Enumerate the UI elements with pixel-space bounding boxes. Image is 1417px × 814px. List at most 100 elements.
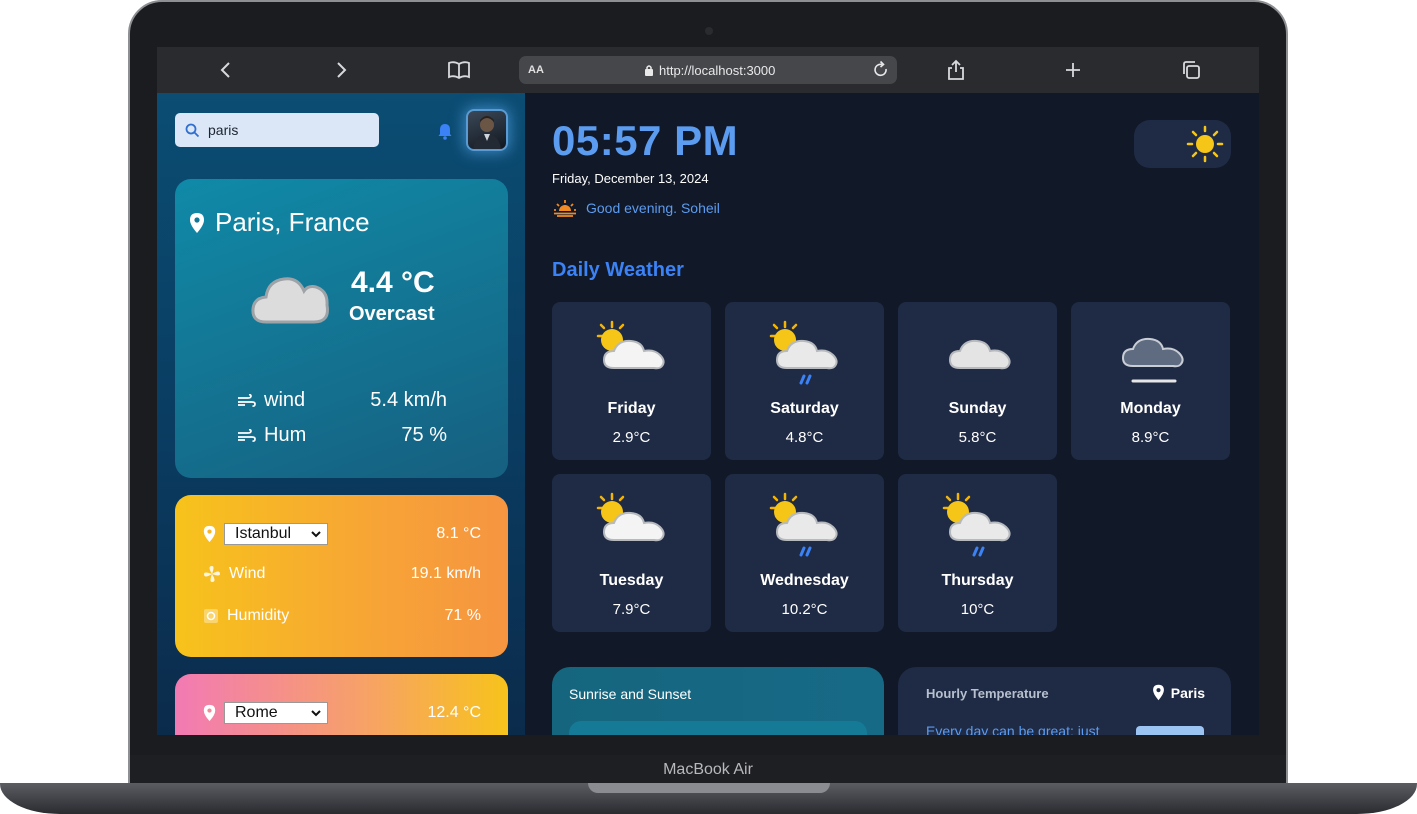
chevron-down-icon (311, 709, 321, 716)
city-humidity-row: Humidity 71 % (203, 607, 481, 625)
bezel-bottom: MacBook Air (130, 755, 1286, 785)
current-location: Paris, France (189, 207, 370, 238)
current-weather-card: Paris, France 4.4 °C Overcast wind 5.4 k… (175, 179, 508, 478)
fan-icon (204, 566, 220, 582)
day-name: Saturday (770, 400, 839, 417)
day-temp: 5.8°C (958, 429, 997, 446)
day-name: Monday (1120, 400, 1181, 417)
overcast-cloud-icon (251, 277, 329, 324)
day-name: Wednesday (760, 572, 849, 589)
day-name: Tuesday (599, 572, 664, 589)
main-content: 05:57 PM Friday, December 13, 2024 Good … (525, 93, 1259, 735)
greeting-text: Good evening. Soheil (586, 200, 720, 216)
back-icon[interactable] (212, 57, 240, 83)
day-temp: 2.9°C (612, 429, 651, 446)
city-header-row: Rome 12.4 °C (203, 702, 481, 724)
notification-bell-icon[interactable] (437, 122, 453, 140)
city-select-value: Rome (235, 704, 278, 721)
day-card[interactable]: Monday 8.9°C (1071, 302, 1230, 460)
partly-cloudy-rain-icon (769, 320, 838, 385)
city-wind-label: Wind (229, 565, 266, 582)
search-icon (185, 123, 200, 137)
avatar[interactable] (466, 109, 508, 151)
clock: 05:57 PM (552, 117, 739, 164)
reload-icon[interactable] (872, 60, 890, 80)
theme-toggle[interactable] (1134, 120, 1231, 168)
day-name: Friday (607, 400, 656, 417)
day-temp: 8.9°C (1131, 429, 1170, 446)
partly-cloudy-icon (596, 320, 665, 370)
location-pin-icon (203, 525, 216, 543)
search-input[interactable] (208, 122, 368, 138)
hourly-title: Hourly Temperature (926, 686, 1049, 701)
partly-cloudy-rain-icon (942, 492, 1011, 557)
hourly-quote: Every day can be great; just (926, 723, 1100, 735)
wind-icon (238, 428, 256, 442)
day-name: Sunday (948, 400, 1007, 417)
humidity-label: Hum (264, 424, 307, 446)
location-pin-icon (203, 704, 216, 722)
day-card[interactable]: Saturday 4.8°C (725, 302, 884, 460)
humidity-row: Hum 75 % (237, 424, 447, 447)
hourly-location-name: Paris (1170, 684, 1205, 701)
day-card[interactable]: Thursday 10°C (898, 474, 1057, 632)
humidity-icon (204, 609, 218, 623)
city-select[interactable]: Rome (224, 702, 328, 724)
city-wind-value: 19.1 km/h (410, 565, 481, 582)
city-humidity-label: Humidity (227, 607, 290, 624)
sunrise-sunset-panel (569, 721, 867, 735)
device-label: MacBook Air (663, 761, 753, 778)
current-temperature: 4.4 °C (351, 266, 435, 299)
wind-value: 5.4 km/h (370, 389, 447, 411)
day-card[interactable]: Wednesday 10.2°C (725, 474, 884, 632)
text-size-button[interactable]: AA (528, 64, 544, 76)
city-humidity-value: 71 % (444, 607, 481, 624)
tabs-overview-icon[interactable] (1177, 57, 1205, 83)
screen: AA http://localhost:3000 paris Paris, Fr… (157, 47, 1259, 735)
date: Friday, December 13, 2024 (552, 171, 709, 186)
sidebar: Paris, France 4.4 °C Overcast wind 5.4 k… (157, 93, 525, 735)
daily-weather-title: Daily Weather (552, 259, 684, 281)
city-card-istanbul: Istanbul 8.1 °C Wind 19.1 km/h Humidity (175, 495, 508, 657)
new-tab-icon[interactable] (1059, 57, 1087, 83)
day-card[interactable]: Tuesday 7.9°C (552, 474, 711, 632)
day-temp: 10.2°C (781, 601, 828, 618)
city-card-rome: Rome 12.4 °C (175, 674, 508, 735)
current-condition: Overcast (349, 303, 435, 325)
wind-label: wind (264, 389, 306, 411)
url-text: http://localhost:3000 (659, 62, 776, 78)
search-box (175, 113, 379, 147)
sunrise-sunset-title: Sunrise and Sunset (569, 686, 692, 702)
city-header-row: Istanbul 8.1 °C (203, 523, 481, 545)
address-bar[interactable]: AA http://localhost:3000 (519, 56, 897, 84)
bookmarks-icon[interactable] (445, 57, 473, 83)
partly-cloudy-icon (596, 492, 665, 542)
location-name: Paris, France (215, 207, 370, 237)
sunrise-sunset-card: Sunrise and Sunset (552, 667, 884, 735)
camera-icon (705, 27, 713, 35)
lock-icon (645, 65, 653, 76)
day-card[interactable]: Sunday 5.8°C (898, 302, 1057, 460)
day-temp: 7.9°C (612, 601, 651, 618)
day-temp: 4.8°C (785, 429, 824, 446)
hourly-location: Paris (1152, 684, 1205, 701)
wind-icon (238, 393, 256, 407)
share-icon[interactable] (942, 57, 970, 83)
day-temp: 10°C (960, 601, 995, 618)
city-select-value: Istanbul (235, 525, 292, 542)
hourly-action-button[interactable] (1136, 726, 1204, 735)
partly-cloudy-rain-icon (769, 492, 838, 557)
fog-icon (1121, 337, 1184, 383)
chevron-down-icon (311, 530, 321, 537)
wind-row: wind 5.4 km/h (237, 389, 447, 412)
city-select[interactable]: Istanbul (224, 523, 328, 545)
city-temperature: 8.1 °C (436, 525, 481, 542)
browser-toolbar: AA http://localhost:3000 (157, 47, 1259, 93)
greeting: Good evening. Soheil (553, 199, 720, 217)
city-temperature: 12.4 °C (427, 704, 481, 721)
forward-icon[interactable] (327, 57, 355, 83)
location-pin-icon (1152, 684, 1164, 701)
day-card[interactable]: Friday 2.9°C (552, 302, 711, 460)
sun-icon (1186, 125, 1224, 163)
hourly-temperature-card: Hourly Temperature Paris Every day can b… (898, 667, 1231, 735)
